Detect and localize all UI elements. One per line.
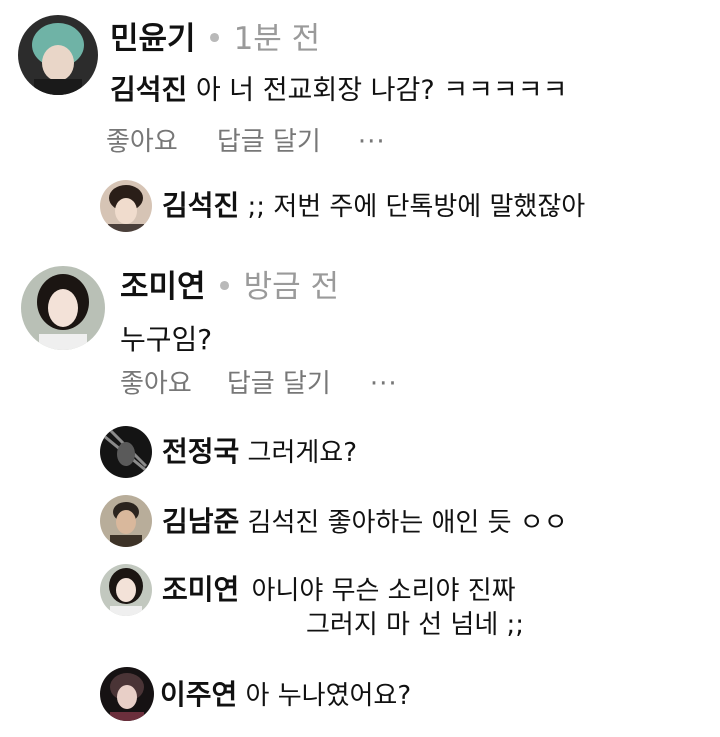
comment-body: 김석진 아 너 전교회장 나감? ㅋㅋㅋㅋㅋ — [110, 73, 568, 106]
reply-text: 아니야 무슨 소리야 진짜 — [251, 576, 516, 606]
timestamp: 1분 전 — [233, 21, 321, 57]
avatar[interactable] — [18, 15, 98, 95]
like-button[interactable]: 좋아요 — [120, 369, 192, 399]
avatar[interactable] — [100, 426, 152, 478]
author-name[interactable]: 민윤기 — [110, 21, 196, 57]
comment-body: 누구임? — [120, 326, 212, 354]
comment-actions: 좋아요 답글 달기 ··· — [120, 371, 398, 397]
mention-name[interactable]: 김석진 — [110, 73, 187, 106]
reply-text: 김석진 좋아하는 애인 듯 ㅇㅇ — [247, 508, 568, 538]
like-button[interactable]: 좋아요 — [106, 127, 178, 157]
author-name[interactable]: 조미연 — [120, 269, 206, 305]
avatar[interactable] — [100, 667, 154, 721]
timestamp: 방금 전 — [243, 269, 339, 305]
comment-actions: 좋아요 답글 달기 ··· — [106, 129, 386, 155]
comment-text: 아 너 전교회장 나감? ㅋㅋㅋㅋㅋ — [195, 75, 568, 106]
avatar[interactable] — [21, 266, 105, 350]
reply-item: 김남준 김석진 좋아하는 애인 듯 ㅇㅇ — [162, 505, 568, 538]
avatar[interactable] — [100, 564, 152, 616]
reply-item: 이주연 아 누나였어요? — [160, 678, 412, 711]
avatar[interactable] — [100, 495, 152, 547]
reply-text: 그러게요? — [247, 438, 358, 468]
reply-button[interactable]: 답글 달기 — [217, 127, 321, 157]
reply-item: 김석진 ;; 저번 주에 단톡방에 말했잖아 — [162, 189, 586, 222]
separator-dot: • — [215, 269, 234, 305]
reply-author-name[interactable]: 김남준 — [162, 505, 239, 538]
comment-header: 조미연 • 방금 전 — [120, 272, 339, 303]
comment-header: 민윤기 • 1분 전 — [110, 24, 320, 55]
reply-text: 아 누나였어요? — [245, 681, 412, 711]
reply-item: 전정국 그러게요? — [162, 435, 358, 468]
reply-author-name[interactable]: 조미연 — [162, 573, 239, 606]
reply-item: 조미연 아니야 무슨 소리야 진짜 — [162, 573, 516, 606]
reply-author-name[interactable]: 이주연 — [160, 678, 237, 711]
avatar[interactable] — [100, 180, 152, 232]
reply-text: ;; 저번 주에 단톡방에 말했잖아 — [247, 192, 586, 222]
more-options-button[interactable]: ··· — [370, 369, 398, 399]
comment-text: 누구임? — [120, 323, 213, 356]
reply-text-continued: 그러지 마 선 넘네 ;; — [306, 610, 525, 640]
separator-dot: • — [205, 21, 224, 57]
reply-button[interactable]: 답글 달기 — [227, 369, 331, 399]
reply-author-name[interactable]: 김석진 — [162, 189, 239, 222]
reply-author-name[interactable]: 전정국 — [162, 435, 239, 468]
more-options-button[interactable]: ··· — [358, 127, 386, 157]
